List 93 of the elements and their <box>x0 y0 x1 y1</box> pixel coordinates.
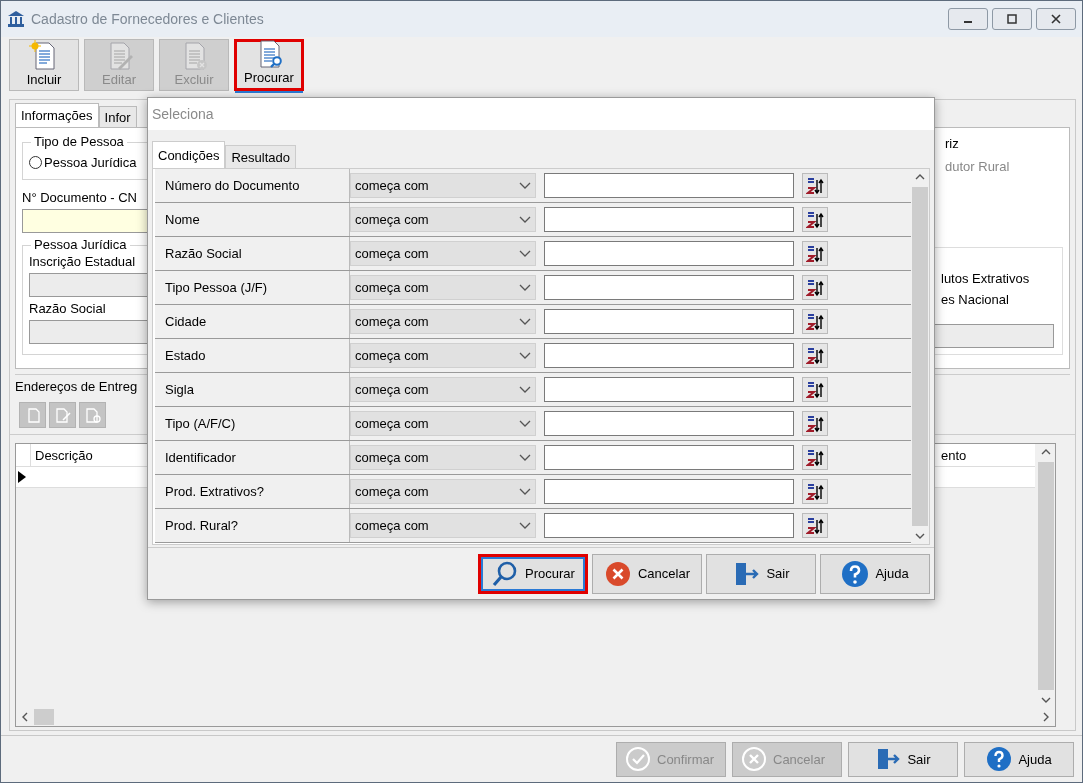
check-icon <box>625 746 651 772</box>
sort-icon[interactable] <box>802 377 828 402</box>
value-field[interactable] <box>544 241 794 266</box>
column-header[interactable]: Descrição <box>31 447 145 463</box>
exit-icon <box>875 746 902 772</box>
value-field[interactable] <box>544 275 794 300</box>
chevron-down-icon <box>519 351 531 360</box>
sort-icon[interactable] <box>802 513 828 538</box>
operator-dropdown[interactable]: começa com <box>350 411 536 436</box>
value-field[interactable] <box>544 479 794 504</box>
column-header[interactable]: ento <box>941 447 1035 463</box>
scroll-left-icon[interactable] <box>22 712 28 722</box>
scroll-right-icon[interactable] <box>1043 712 1049 722</box>
dialog-button[interactable]: Cancelar <box>592 553 702 594</box>
option-label: riz <box>945 136 959 151</box>
operator-dropdown[interactable]: começa com <box>350 275 536 300</box>
sort-icon[interactable] <box>802 445 828 470</box>
scroll-up-icon[interactable] <box>915 174 925 180</box>
scroll-down-icon[interactable] <box>915 533 925 539</box>
chevron-down-icon <box>519 453 531 462</box>
row-pointer-icon <box>18 471 26 483</box>
value-field[interactable] <box>544 411 794 436</box>
operator-dropdown[interactable]: começa com <box>350 513 536 538</box>
vertical-scrollbar[interactable] <box>911 169 929 544</box>
operator-dropdown[interactable]: começa com <box>350 445 536 470</box>
tab[interactable]: Resultado <box>225 145 296 168</box>
dialog-title: Seleciona <box>152 106 214 122</box>
operator-dropdown[interactable]: começa com <box>350 207 536 232</box>
sort-icon[interactable] <box>802 343 828 368</box>
option-label: lutos Extrativos <box>941 270 1030 288</box>
value-field[interactable] <box>544 377 794 402</box>
scroll-thumb[interactable] <box>34 709 54 725</box>
cancel-icon <box>741 746 767 772</box>
cancel-icon <box>604 559 632 588</box>
help-icon <box>986 746 1013 772</box>
toolbar-button[interactable]: Procurar <box>234 39 304 91</box>
operator-dropdown[interactable]: começa com <box>350 343 536 368</box>
value-field[interactable] <box>544 207 794 232</box>
group-legend: Tipo de Pessoa <box>31 134 127 149</box>
dialog-button[interactable]: Sair <box>706 553 816 594</box>
tab[interactable]: Infor <box>98 106 137 127</box>
scroll-up-icon[interactable] <box>1041 449 1051 455</box>
sort-icon[interactable] <box>802 309 828 334</box>
option-label: dutor Rural <box>945 159 1010 174</box>
chevron-down-icon <box>519 317 531 326</box>
operator-dropdown[interactable]: começa com <box>350 309 536 334</box>
chevron-down-icon <box>519 215 531 224</box>
chevron-down-icon <box>519 419 531 428</box>
radio-button[interactable]: Pessoa Jurídica <box>29 155 137 170</box>
footer-button[interactable]: Sair <box>848 741 958 777</box>
chevron-down-icon <box>519 385 531 394</box>
tab[interactable]: Condições <box>152 141 226 168</box>
footer-button[interactable]: Ajuda <box>964 741 1074 777</box>
dialog-button[interactable]: Procurar <box>478 553 588 594</box>
minimize-icon <box>964 21 972 23</box>
field-label: N° Documento - CN <box>22 190 137 206</box>
chevron-down-icon <box>519 181 531 190</box>
sort-icon[interactable] <box>802 173 828 198</box>
group-legend: Pessoa Jurídica <box>31 237 130 252</box>
field-label: Razão Social <box>29 301 106 317</box>
value-field[interactable] <box>544 513 794 538</box>
chevron-down-icon <box>519 521 531 530</box>
section-title: Endereços de Entreg <box>15 378 138 396</box>
tab[interactable]: Informações <box>15 103 99 127</box>
close-button[interactable] <box>1036 8 1076 30</box>
value-field[interactable] <box>544 445 794 470</box>
operator-dropdown[interactable]: começa com <box>350 173 536 198</box>
sort-icon[interactable] <box>802 207 828 232</box>
maximize-icon <box>1007 14 1017 24</box>
value-field[interactable] <box>544 343 794 368</box>
operator-dropdown[interactable]: começa com <box>350 377 536 402</box>
operator-dropdown[interactable]: começa com <box>350 241 536 266</box>
value-field[interactable] <box>544 173 794 198</box>
option-label: es Nacional <box>941 291 1009 309</box>
sort-icon[interactable] <box>802 411 828 436</box>
dialog-button[interactable]: Ajuda <box>820 553 930 594</box>
operator-dropdown[interactable]: começa com <box>350 479 536 504</box>
field-label: Inscrição Estadual <box>29 254 136 270</box>
toolbar-button[interactable]: Incluir <box>9 39 79 91</box>
minimize-button[interactable] <box>948 8 988 30</box>
chevron-down-icon <box>519 487 531 496</box>
help-icon <box>841 559 870 588</box>
building-icon <box>7 10 25 28</box>
sort-icon[interactable] <box>802 241 828 266</box>
sort-icon[interactable] <box>802 479 828 504</box>
value-field[interactable] <box>544 309 794 334</box>
chevron-down-icon <box>519 283 531 292</box>
sort-icon[interactable] <box>802 275 828 300</box>
scroll-down-icon[interactable] <box>1041 697 1051 703</box>
maximize-button[interactable] <box>992 8 1032 30</box>
chevron-down-icon <box>519 249 531 258</box>
window-title: Cadastro de Fornecedores e Clientes <box>31 11 264 27</box>
close-icon <box>1051 14 1061 24</box>
